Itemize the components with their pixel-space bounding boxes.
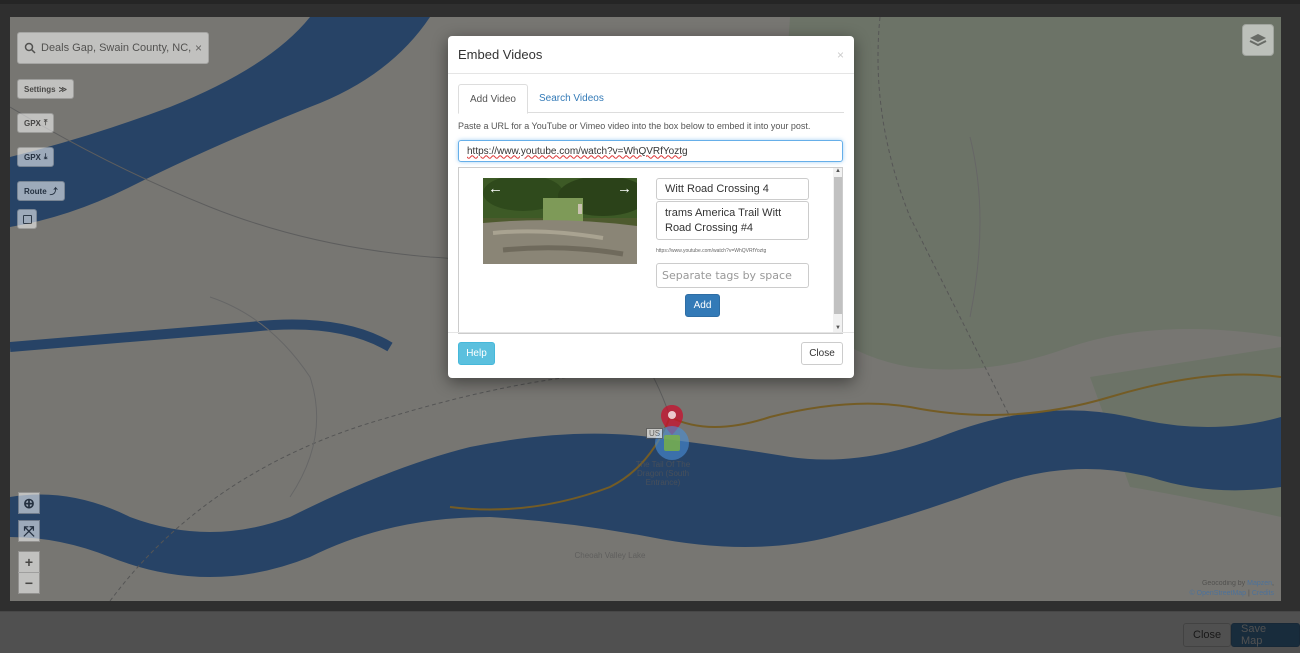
modal-title: Embed Videos	[458, 47, 543, 62]
fullscreen-button[interactable]: ⤧	[18, 520, 40, 542]
locate-button[interactable]: ⊕	[18, 492, 40, 514]
lake-label: Cheoah Valley Lake	[574, 551, 646, 560]
modal-header: Embed Videos ×	[448, 36, 854, 74]
video-results-panel[interactable]: ← → Witt Road Crossing 4 trams America T…	[458, 167, 843, 334]
clear-search-icon[interactable]: ×	[195, 41, 202, 55]
road-shield: US	[646, 428, 664, 439]
thumbnail-image	[483, 178, 637, 264]
modal-tabs: Add Video Search Videos	[458, 84, 844, 114]
help-button[interactable]: Help	[458, 342, 495, 365]
video-link-text: https://www.youtube.com/watch?v=WhQVRfYo…	[656, 248, 767, 254]
osm-link[interactable]: © OpenStreetMap	[1190, 590, 1247, 597]
scrollbar-thumb[interactable]	[834, 177, 842, 314]
tab-search-videos[interactable]: Search Videos	[528, 84, 615, 113]
gpx-download-label: GPX	[24, 152, 41, 162]
mapzen-link[interactable]: Mapzen	[1247, 580, 1272, 587]
search-input[interactable]: Deals Gap, Swain County, NC, US/	[41, 42, 191, 54]
footer-close-button[interactable]: Close	[1183, 623, 1232, 647]
poi-label: The Tail Of The Dragon (South Entrance)	[635, 460, 691, 487]
results-scrollbar[interactable]: ▲ ▼	[833, 168, 842, 333]
attribution-separator: |	[1248, 590, 1250, 597]
video-thumbnail[interactable]: ← →	[483, 178, 637, 264]
square-icon	[22, 214, 32, 224]
settings-label: Settings	[24, 84, 56, 94]
video-url-input[interactable]: https://www.youtube.com/watch?v=WhQVRfYo…	[458, 140, 843, 162]
instructions-text: Paste a URL for a YouTube or Vimeo video…	[458, 121, 811, 131]
gpx-upload-label: GPX	[24, 118, 41, 128]
credits-link[interactable]: Credits	[1252, 590, 1274, 597]
zoom-in-button[interactable]: +	[18, 551, 40, 573]
embed-videos-modal: Embed Videos × Add Video Search Videos P…	[448, 36, 854, 378]
route-icon: ⤴	[49, 186, 58, 196]
video-tags-input[interactable]: Separate tags by space	[656, 263, 809, 288]
video-description-textarea[interactable]: trams America Trail Witt Road Crossing #…	[656, 201, 809, 240]
upload-icon: ⤒	[43, 118, 48, 127]
layers-button[interactable]	[1242, 24, 1274, 56]
modal-close-icon[interactable]: ×	[837, 48, 844, 62]
tab-add-video[interactable]: Add Video	[458, 84, 528, 114]
thumbnail-prev-icon[interactable]: ←	[488, 180, 503, 197]
add-video-button[interactable]: Add	[685, 294, 720, 317]
video-title-input[interactable]: Witt Road Crossing 4	[656, 178, 809, 200]
geocoding-prefix: Geocoding by	[1201, 580, 1246, 587]
modal-footer: Help Close	[448, 332, 854, 378]
scroll-down-icon[interactable]: ▼	[835, 325, 841, 331]
route-label: Route	[24, 186, 47, 196]
layers-icon	[1249, 34, 1267, 47]
route-button[interactable]: Route ⤴	[17, 181, 65, 201]
thumbnail-next-icon[interactable]: →	[617, 180, 632, 197]
download-icon: ⤓	[43, 152, 48, 161]
save-map-button[interactable]: Save Map	[1231, 623, 1300, 647]
settings-button[interactable]: Settings ≫	[17, 79, 74, 99]
double-chevron-icon: ≫	[58, 84, 67, 94]
search-icon	[24, 42, 36, 54]
modal-close-button[interactable]: Close	[801, 342, 843, 365]
draw-rectangle-button[interactable]	[17, 209, 37, 229]
location-search[interactable]: Deals Gap, Swain County, NC, US/ ×	[17, 32, 209, 64]
zoom-out-button[interactable]: −	[18, 572, 40, 594]
page-footer: Close Save Map	[0, 611, 1300, 653]
gpx-download-button[interactable]: GPX ⤓	[17, 147, 55, 167]
gpx-upload-button[interactable]: GPX ⤒	[17, 113, 55, 133]
map-attribution: Geocoding by Mapzen, © OpenStreetMap | C…	[1189, 580, 1274, 597]
scroll-up-icon[interactable]: ▲	[835, 168, 841, 174]
